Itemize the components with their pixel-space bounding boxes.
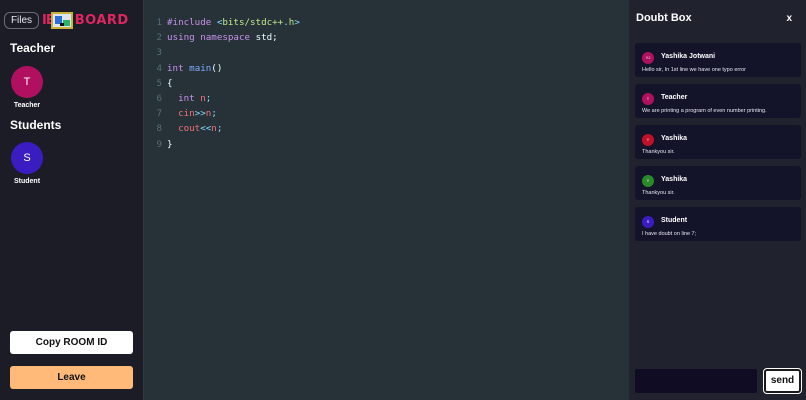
message-author: Yashika <box>661 135 688 142</box>
code-token: } <box>167 138 173 150</box>
files-button[interactable]: Files <box>4 12 39 29</box>
line-number: 4 <box>156 62 162 74</box>
line-number: 5 <box>156 77 162 89</box>
code-line: 5{ <box>144 76 300 91</box>
code-area[interactable]: 1 #include <bits/stdc++.h> 2 using namespa… <box>144 15 300 152</box>
message-author: Yashika Jotwani <box>661 53 716 60</box>
doubt-message: Y Yashika Thankyou sir. <box>635 125 801 159</box>
message-avatar: YJ <box>642 52 654 64</box>
code-line: 1 #include <bits/stdc++.h> <box>144 15 300 30</box>
code-token: cin <box>178 108 195 120</box>
code-token: ; <box>205 92 212 104</box>
code-token: >> <box>194 108 206 120</box>
teacher-avatar: T <box>11 66 43 98</box>
code-token: ; <box>211 108 217 120</box>
code-token: std; <box>255 32 278 44</box>
message-avatar: T <box>642 93 654 105</box>
line-number: 8 <box>156 123 162 135</box>
code-line: 4 int main() <box>144 61 300 76</box>
code-token: int <box>167 62 184 74</box>
message-avatar: Y <box>642 134 654 146</box>
line-number: 2 <box>156 32 162 44</box>
code-editor[interactable]: 1 #include <bits/stdc++.h> 2 using namespa… <box>143 0 629 400</box>
code-token: cout <box>178 123 201 135</box>
doubt-input[interactable] <box>635 369 757 393</box>
message-text: I have doubt on line 7; <box>642 231 697 237</box>
code-token: << <box>200 123 212 135</box>
code-token: namespace <box>200 32 251 44</box>
message-author: Yashika <box>661 176 688 183</box>
message-avatar: S <box>642 216 654 228</box>
message-author: Teacher <box>661 94 688 101</box>
message-avatar: Y <box>642 175 654 187</box>
students-heading: Students <box>10 118 62 132</box>
message-text: Hello sir, In 1st line we have one typo … <box>642 67 746 73</box>
message-text: Thankyou sir. <box>642 149 675 155</box>
teacher-user: T Teacher <box>2 66 52 109</box>
doubt-message: T Teacher We are printing a program of e… <box>635 84 801 118</box>
line-number: 9 <box>156 138 162 150</box>
code-line: 6 int n; <box>144 91 300 106</box>
message-text: We are printing a program of even number… <box>642 108 767 114</box>
code-token: int <box>178 92 195 104</box>
doubt-message: S Student I have doubt on line 7; <box>635 207 801 241</box>
logo-text: BOARD <box>74 12 129 28</box>
message-author: Student <box>661 217 688 224</box>
code-token: main <box>189 62 212 74</box>
code-line: 7 cin>>n; <box>144 106 300 121</box>
doubt-message: YJ Yashika Jotwani Hello sir, In 1st lin… <box>635 43 801 77</box>
code-token: > <box>294 17 300 28</box>
code-token: using <box>167 32 195 44</box>
code-token: ; <box>216 123 223 135</box>
student-user: S Student <box>2 142 52 185</box>
doubt-box-title: Doubt Box <box>636 12 692 24</box>
code-line: 9} <box>144 137 300 152</box>
code-token: () <box>211 62 223 74</box>
leave-button[interactable]: Leave <box>10 366 133 389</box>
doubt-message: Y Yashika Thankyou sir. <box>635 166 801 200</box>
send-button[interactable]: send <box>763 368 802 394</box>
teacher-name: Teacher <box>13 102 41 109</box>
close-doubt-box-button[interactable]: x <box>786 13 792 24</box>
teacher-heading: Teacher <box>10 41 56 55</box>
student-name: Student <box>13 178 41 185</box>
code-token: #include <box>167 17 212 28</box>
line-number: 1 <box>156 17 162 28</box>
student-avatar: S <box>11 142 43 174</box>
code-line: 3 <box>144 45 300 60</box>
left-sidebar: Files IE BOARD Teacher T Teacher Student… <box>0 0 143 400</box>
line-number: 7 <box>156 108 162 120</box>
doubt-box-panel: Doubt Box x YJ Yashika Jotwani Hello sir… <box>629 0 806 400</box>
copy-room-id-button[interactable]: Copy ROOM ID <box>10 331 133 354</box>
code-token: { <box>167 77 173 89</box>
app-logo: IE BOARD <box>42 11 129 29</box>
code-line: 8 cout<<n; <box>144 121 300 136</box>
code-line: 2 using namespace std; <box>144 30 300 45</box>
code-token: bits/stdc++ <box>222 17 284 28</box>
message-text: Thankyou sir. <box>642 190 675 196</box>
line-number: 6 <box>156 92 162 104</box>
whiteboard-logo-icon <box>50 11 73 29</box>
line-number: 3 <box>156 47 162 59</box>
